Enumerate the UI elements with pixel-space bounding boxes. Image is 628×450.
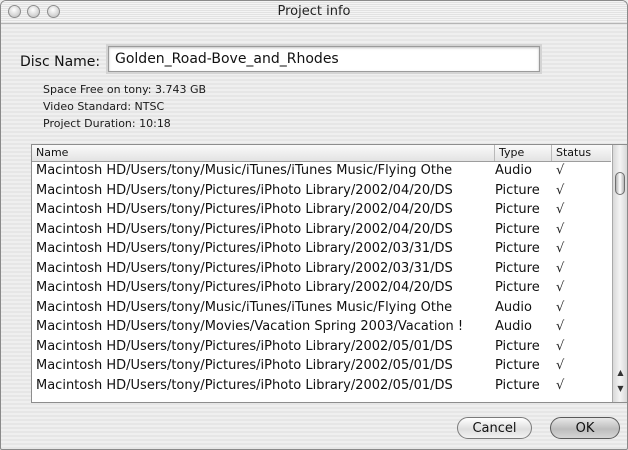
file-type-cell: Picture <box>495 358 540 373</box>
status-check-cell: √ <box>556 241 565 256</box>
status-check-cell: √ <box>556 299 565 315</box>
file-type-cell: Picture <box>495 338 540 354</box>
file-path-cell: Macintosh HD/Users/tony/Movies/Vacation … <box>36 319 464 334</box>
file-type-cell: Audio <box>495 319 532 334</box>
file-path-cell: Macintosh HD/Users/tony/Pictures/iPhoto … <box>36 338 453 354</box>
table-row[interactable]: Macintosh HD/Users/tony/Pictures/iPhoto … <box>32 221 611 241</box>
file-path-cell: Macintosh HD/Users/tony/Pictures/iPhoto … <box>36 280 453 295</box>
file-path-cell: Macintosh HD/Users/tony/Pictures/iPhoto … <box>36 182 453 198</box>
column-header-name[interactable]: Name <box>32 145 495 161</box>
file-type-cell: Picture <box>495 377 540 393</box>
file-path-cell: Macintosh HD/Users/tony/Pictures/iPhoto … <box>36 221 453 237</box>
space-free-text: Space Free on tony: 3.743 GB <box>43 83 207 96</box>
table-row[interactable]: Macintosh HD/Users/tony/Pictures/iPhoto … <box>32 182 611 202</box>
file-type-cell: Picture <box>495 280 540 295</box>
table-row[interactable]: Macintosh HD/Users/tony/Pictures/iPhoto … <box>32 260 611 280</box>
status-check-cell: √ <box>556 221 565 237</box>
disc-name-input[interactable] <box>108 46 540 72</box>
cancel-button[interactable]: Cancel <box>457 417 532 439</box>
scroll-up-arrow-icon[interactable]: ▲ <box>616 368 625 377</box>
vertical-scrollbar[interactable]: ▲ ▼ <box>612 145 627 402</box>
table-row[interactable]: Macintosh HD/Users/tony/Pictures/iPhoto … <box>32 201 611 221</box>
project-files-table[interactable]: Name Type Status Macintosh HD/Users/tony… <box>31 144 627 403</box>
file-type-cell: Picture <box>495 260 540 276</box>
file-type-cell: Picture <box>495 202 540 217</box>
file-path-cell: Macintosh HD/Users/tony/Music/iTunes/iTu… <box>36 163 453 178</box>
table-row[interactable]: Macintosh HD/Users/tony/Pictures/iPhoto … <box>32 338 611 358</box>
status-check-cell: √ <box>556 358 565 373</box>
status-check-cell: √ <box>556 280 565 295</box>
table-row[interactable]: Macintosh HD/Users/tony/Music/iTunes/iTu… <box>32 299 611 319</box>
status-check-cell: √ <box>556 338 565 354</box>
file-type-cell: Picture <box>495 182 540 198</box>
column-header-status[interactable]: Status <box>552 145 611 161</box>
video-standard-text: Video Standard: NTSC <box>43 100 165 113</box>
status-check-cell: √ <box>556 319 565 334</box>
file-path-cell: Macintosh HD/Users/tony/Pictures/iPhoto … <box>36 358 453 373</box>
table-row[interactable]: Macintosh HD/Users/tony/Pictures/iPhoto … <box>32 240 611 260</box>
scroll-down-arrow-icon[interactable]: ▼ <box>616 384 625 393</box>
file-type-cell: Audio <box>495 163 532 178</box>
file-path-cell: Macintosh HD/Users/tony/Pictures/iPhoto … <box>36 202 453 217</box>
table-row[interactable]: Macintosh HD/Users/tony/Pictures/iPhoto … <box>32 279 611 299</box>
scroll-thumb[interactable] <box>615 172 625 195</box>
file-type-cell: Picture <box>495 241 540 256</box>
file-path-cell: Macintosh HD/Users/tony/Pictures/iPhoto … <box>36 241 453 256</box>
file-type-cell: Audio <box>495 299 532 315</box>
status-check-cell: √ <box>556 202 565 217</box>
table-row[interactable]: Macintosh HD/Users/tony/Pictures/iPhoto … <box>32 357 611 377</box>
status-check-cell: √ <box>556 260 565 276</box>
title-bar[interactable]: Project info <box>1 1 627 24</box>
project-info-window: Project info Disc Name: Space Free on to… <box>0 0 628 450</box>
table-row[interactable]: Macintosh HD/Users/tony/Movies/Vacation … <box>32 318 611 338</box>
disc-name-label: Disc Name: <box>20 54 101 70</box>
file-path-cell: Macintosh HD/Users/tony/Music/iTunes/iTu… <box>36 299 453 315</box>
file-path-cell: Macintosh HD/Users/tony/Pictures/iPhoto … <box>36 260 453 276</box>
status-check-cell: √ <box>556 182 565 198</box>
table-row[interactable]: Macintosh HD/Users/tony/Music/iTunes/iTu… <box>32 162 611 182</box>
table-body: Macintosh HD/Users/tony/Music/iTunes/iTu… <box>32 162 611 396</box>
status-check-cell: √ <box>556 163 565 178</box>
file-path-cell: Macintosh HD/Users/tony/Pictures/iPhoto … <box>36 377 453 393</box>
table-header: Name Type Status <box>32 145 611 162</box>
status-check-cell: √ <box>556 377 565 393</box>
window-title: Project info <box>277 4 351 19</box>
project-duration-text: Project Duration: 10:18 <box>43 117 171 130</box>
file-type-cell: Picture <box>495 221 540 237</box>
ok-button[interactable]: OK <box>550 417 620 439</box>
table-row[interactable]: Macintosh HD/Users/tony/Pictures/iPhoto … <box>32 377 611 397</box>
column-header-type[interactable]: Type <box>495 145 552 161</box>
